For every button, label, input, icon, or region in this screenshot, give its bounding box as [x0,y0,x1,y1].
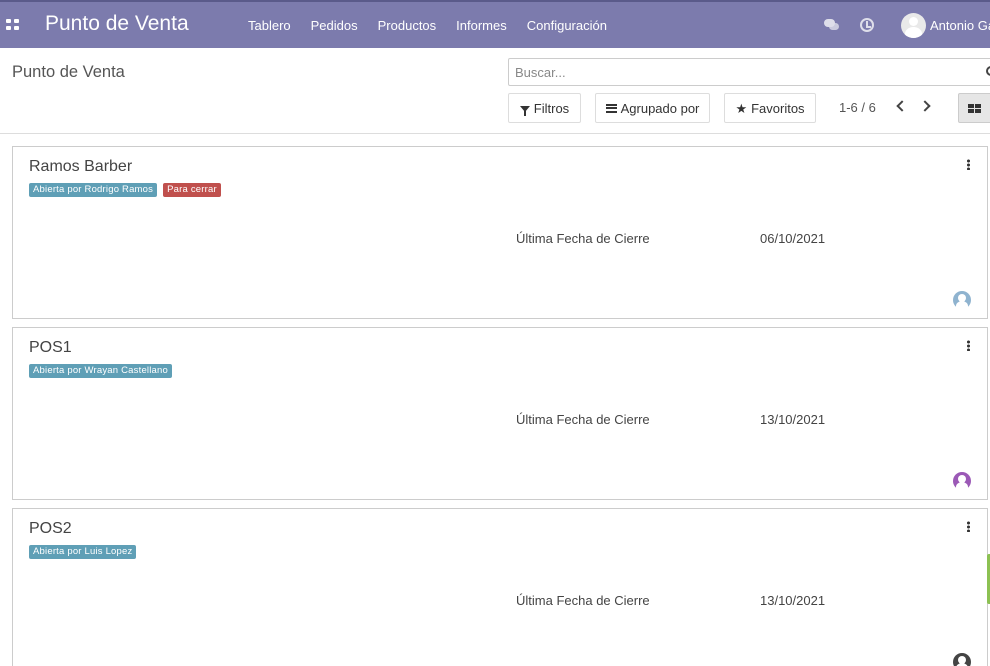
user-avatar-icon [953,291,971,311]
user-avatar-icon [901,13,926,38]
kanban-view: Ramos Barber Abierta por Rodrigo Ramos P… [0,134,990,666]
pager-next-icon[interactable] [919,100,931,112]
user-name: Antonio Ga [930,18,990,33]
pos-card-badges: Abierta por Rodrigo Ramos Para cerrar [29,183,221,197]
favorites-button[interactable]: ★ Favoritos [724,93,816,123]
last-closing-date-label: Última Fecha de Cierre [516,412,650,427]
last-closing-date-label: Última Fecha de Cierre [516,593,650,608]
user-avatar-icon [953,653,971,666]
pos-card[interactable]: POS2 Abierta por Luis Lopez Última Fecha… [12,508,988,666]
chat-icon[interactable] [824,17,840,33]
status-badge: Abierta por Rodrigo Ramos [29,183,158,197]
menu-item-productos[interactable]: Productos [368,18,447,33]
last-closing-date-value: 13/10/2021 [760,593,826,608]
pos-card[interactable]: POS1 Abierta por Wrayan Castellano Últim… [12,327,988,500]
kebab-menu-icon[interactable] [967,340,970,351]
app-brand[interactable]: Punto de Venta [45,12,189,36]
last-closing-date-label: Última Fecha de Cierre [516,231,650,246]
pos-card-title: POS1 [29,339,72,356]
menu-item-informes[interactable]: Informes [446,18,517,33]
apps-menu-icon[interactable] [6,19,19,30]
search-icon[interactable] [986,66,990,76]
bars-icon [605,103,617,113]
pos-card-badges: Abierta por Luis Lopez [29,545,137,559]
filters-label: Filtros [533,100,570,116]
user-avatar-icon [953,472,971,492]
search-box [508,58,990,86]
kebab-menu-icon[interactable] [967,521,970,532]
to-close-badge: Para cerrar [163,183,221,197]
breadcrumb: Punto de Venta [12,63,125,81]
filter-icon [519,106,530,116]
kanban-view-icon [968,104,981,113]
user-menu[interactable]: Antonio Ga [901,13,990,38]
control-panel: Punto de Venta Filtros Agrupado por ★ Fa… [0,48,990,134]
filters-button[interactable]: Filtros [508,93,581,123]
kanban-view-button[interactable] [958,93,990,123]
search-input[interactable] [509,59,990,85]
pager-value[interactable]: 1-6 / 6 [839,100,876,115]
pos-card-badges: Abierta por Wrayan Castellano [29,364,172,378]
last-closing-date-value: 13/10/2021 [760,412,826,427]
pager-previous-icon[interactable] [896,100,908,112]
pos-card-title: Ramos Barber [29,158,133,175]
top-navbar: Punto de Venta Tablero Pedidos Productos… [0,0,990,48]
pos-card[interactable]: Ramos Barber Abierta por Rodrigo Ramos P… [12,146,988,319]
groupby-button[interactable]: Agrupado por [595,93,710,123]
status-badge: Abierta por Luis Lopez [29,545,137,559]
menu-item-configuracion[interactable]: Configuración [517,18,617,33]
kebab-menu-icon[interactable] [967,159,970,170]
menu-item-tablero[interactable]: Tablero [238,18,301,33]
last-closing-date-value: 06/10/2021 [760,231,826,246]
menu-item-pedidos[interactable]: Pedidos [301,18,368,33]
systray [824,17,874,33]
groupby-label: Agrupado por [620,100,700,116]
pos-card-title: POS2 [29,520,72,537]
star-icon: ★ [735,100,748,116]
favorites-label: Favoritos [751,100,805,116]
status-badge: Abierta por Wrayan Castellano [29,364,172,378]
activity-clock-icon[interactable] [860,18,874,32]
main-menu: Tablero Pedidos Productos Informes Confi… [238,2,617,48]
